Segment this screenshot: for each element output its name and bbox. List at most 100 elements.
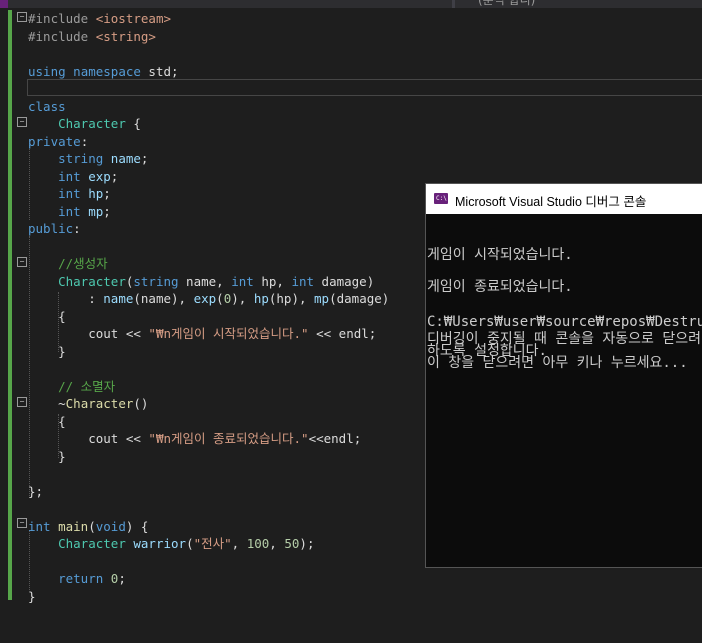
code-line[interactable]: string name; xyxy=(28,150,148,167)
code-line[interactable]: int mp; xyxy=(28,203,111,220)
code-token: int xyxy=(291,273,315,289)
code-token: Character xyxy=(58,116,126,131)
code-token: } xyxy=(28,343,66,359)
code-line[interactable]: int main(void) { xyxy=(28,518,148,535)
code-line[interactable]: //생성자 xyxy=(28,255,108,272)
code-token: name, xyxy=(178,273,232,289)
code-token: <iostream> xyxy=(95,11,171,26)
console-app-icon: C:\ xyxy=(434,193,448,204)
code-line[interactable]: cout << "₩n게임이 시작되었습니다." << endl; xyxy=(28,325,376,342)
code-token: string xyxy=(133,273,179,289)
code-token: { xyxy=(28,308,66,324)
code-token: #include xyxy=(28,28,96,44)
fold-toggle-icon[interactable]: − xyxy=(17,518,27,528)
code-token: } xyxy=(28,448,66,464)
code-token: damage) xyxy=(314,273,375,289)
code-token: "₩n게임이 종료되었습니다." xyxy=(148,431,309,446)
code-token: warrior xyxy=(133,536,187,551)
code-line[interactable]: }; xyxy=(28,483,43,500)
console-line: 게임이 시작되었습니다. xyxy=(427,247,573,263)
fold-toggle-icon[interactable]: − xyxy=(17,257,27,267)
code-line[interactable]: } xyxy=(28,588,36,605)
code-line[interactable]: { xyxy=(28,308,66,325)
code-token: } xyxy=(28,588,36,604)
code-line[interactable]: class xyxy=(28,98,66,115)
code-token: () xyxy=(133,396,149,411)
code-token: 100 xyxy=(246,536,270,551)
code-token: namespace xyxy=(73,63,141,79)
code-token: "₩n게임이 시작되었습니다." xyxy=(148,326,309,341)
code-token: name xyxy=(103,291,134,306)
code-token: : xyxy=(73,221,81,236)
code-token: string xyxy=(58,151,104,166)
code-token: 50 xyxy=(284,536,300,551)
code-line[interactable]: using namespace std; xyxy=(28,63,179,80)
code-token: <string> xyxy=(95,28,156,44)
code-token: using xyxy=(28,63,66,79)
code-token: int xyxy=(58,203,81,219)
code-line[interactable]: cout << "₩n게임이 종료되었습니다."<<endl; xyxy=(28,430,361,447)
code-token: ( xyxy=(216,291,224,306)
code-line[interactable]: int hp; xyxy=(28,185,111,202)
code-token: Character xyxy=(58,273,126,289)
active-tab-marker xyxy=(0,0,8,8)
code-token: Character xyxy=(58,536,126,551)
code-token: void xyxy=(95,518,126,534)
code-token: , xyxy=(269,536,285,551)
code-token: #include xyxy=(28,11,96,26)
debug-console-window[interactable]: C:\ Microsoft Visual Studio 디버그 콘솔 게임이 시… xyxy=(425,183,702,568)
code-token: ; xyxy=(140,151,149,166)
code-token: ; xyxy=(103,203,111,219)
code-token: exp xyxy=(88,168,111,184)
code-token: hp xyxy=(88,186,104,201)
code-token: mp xyxy=(88,203,104,219)
code-token: public xyxy=(28,221,74,236)
code-line[interactable]: public: xyxy=(28,220,81,237)
code-token: ), xyxy=(231,291,254,306)
fold-toggle-icon[interactable]: − xyxy=(17,117,27,127)
console-line: 게임이 종료되었습니다. xyxy=(427,279,573,295)
code-token: << endl; xyxy=(308,326,377,341)
code-line[interactable]: } xyxy=(28,448,66,465)
tab-label[interactable]: (분석 합니) xyxy=(478,0,535,8)
code-line[interactable]: ~Character() xyxy=(28,395,148,412)
code-line[interactable]: #include <string> xyxy=(28,28,156,45)
code-token: ~ xyxy=(28,396,66,411)
code-token: : xyxy=(80,133,89,149)
code-line[interactable]: #include <iostream> xyxy=(28,10,171,27)
code-line[interactable]: Character warrior("전사", 100, 50); xyxy=(28,535,314,552)
code-token: Character xyxy=(65,396,134,411)
code-token: int xyxy=(58,168,81,184)
current-line-highlight xyxy=(27,79,702,96)
console-line: 이 창을 닫으려면 아무 키나 누르세요... xyxy=(427,355,688,371)
code-line[interactable]: Character { xyxy=(28,115,141,132)
tab-separator xyxy=(452,0,455,8)
fold-toggle-icon[interactable]: − xyxy=(17,12,27,22)
code-line[interactable]: int exp; xyxy=(28,168,118,185)
code-token: ; xyxy=(118,571,126,586)
code-token: ; xyxy=(110,168,119,184)
code-line[interactable]: : name(name), exp(0), hp(hp), mp(damage) xyxy=(28,290,389,307)
code-line[interactable]: // 소멸자 xyxy=(28,378,115,395)
code-line[interactable]: private: xyxy=(28,133,88,150)
code-line[interactable]: } xyxy=(28,343,66,360)
code-line[interactable]: return 0; xyxy=(28,570,126,587)
code-token: hp, xyxy=(253,273,292,289)
fold-toggle-icon[interactable]: − xyxy=(17,397,27,407)
editor-tab-strip: (분석 합니) xyxy=(0,0,702,8)
code-line[interactable]: { xyxy=(28,413,66,430)
console-output: 게임이 시작되었습니다. 게임이 종료되었습니다. C:₩Users₩user₩so… xyxy=(426,214,702,566)
code-token: ( xyxy=(88,518,96,534)
code-line[interactable]: Character(string name, int hp, int damag… xyxy=(28,273,374,290)
code-token: cout << xyxy=(28,431,149,446)
code-token: ); xyxy=(299,536,315,551)
code-token: main xyxy=(58,518,89,534)
console-title-bar[interactable]: C:\ Microsoft Visual Studio 디버그 콘솔 xyxy=(426,184,702,214)
